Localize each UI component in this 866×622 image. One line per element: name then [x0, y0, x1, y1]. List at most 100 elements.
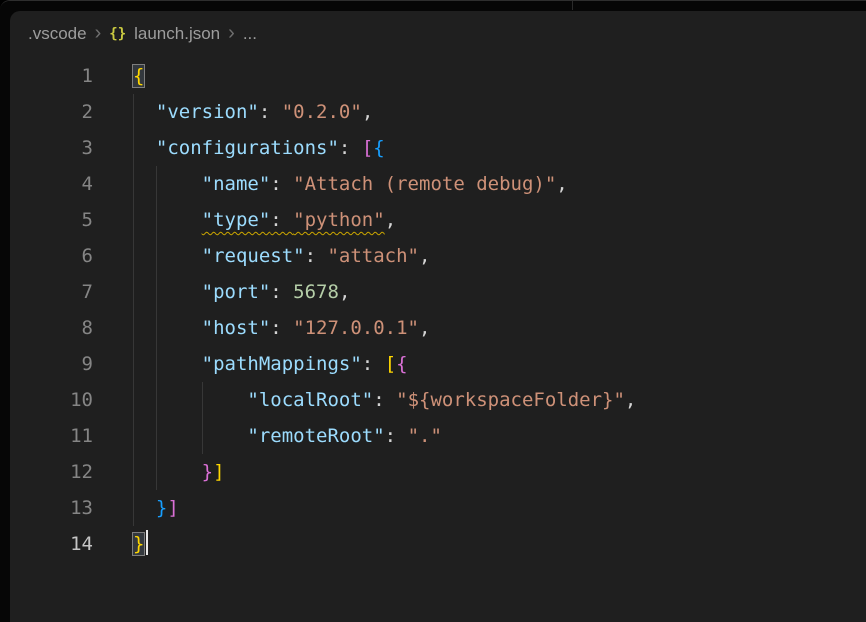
- breadcrumb-file[interactable]: launch.json: [134, 24, 220, 44]
- tab-separator: [572, 1, 573, 10]
- titlebar: [0, 1, 866, 11]
- code-area[interactable]: 1{2 "version": "0.2.0",3 "configurations…: [10, 58, 866, 562]
- code-token: "python": [293, 209, 385, 231]
- code-token: "0.2.0": [282, 101, 362, 123]
- code-token: "localRoot": [247, 389, 373, 411]
- code-line[interactable]: 8 "host": "127.0.0.1",: [10, 310, 866, 346]
- editor-panel: .vscode › {} launch.json › ... 1{2 "vers…: [10, 11, 866, 622]
- code-token: {: [396, 353, 407, 375]
- code-token: ,: [419, 317, 430, 339]
- line-content: "configurations": [{: [133, 130, 866, 166]
- code-token: ,: [385, 209, 396, 231]
- code-token: "configurations": [156, 137, 339, 159]
- breadcrumb-folder[interactable]: .vscode: [28, 24, 87, 44]
- code-token: :: [373, 389, 396, 411]
- line-number[interactable]: 5: [10, 202, 133, 238]
- code-token: :: [270, 173, 293, 195]
- code-line[interactable]: 9 "pathMappings": [{: [10, 346, 866, 382]
- code-token: [: [362, 137, 373, 159]
- line-content: "port": 5678,: [133, 274, 866, 310]
- code-token: [133, 137, 156, 159]
- code-token: "version": [156, 101, 259, 123]
- code-token: "pathMappings": [202, 353, 362, 375]
- code-token: [133, 245, 202, 267]
- code-token: }: [133, 533, 144, 555]
- code-token: [133, 317, 202, 339]
- line-content: "pathMappings": [{: [133, 346, 866, 382]
- line-number[interactable]: 10: [10, 382, 133, 418]
- code-token: "port": [202, 281, 271, 303]
- code-line[interactable]: 6 "request": "attach",: [10, 238, 866, 274]
- code-token: ,: [556, 173, 567, 195]
- code-token: {: [373, 137, 384, 159]
- code-token: [133, 425, 247, 447]
- code-token: [133, 281, 202, 303]
- code-token: ]: [167, 497, 178, 519]
- breadcrumb: .vscode › {} launch.json › ...: [10, 19, 866, 49]
- code-token: :: [270, 317, 293, 339]
- line-number[interactable]: 13: [10, 490, 133, 526]
- code-token: "remoteRoot": [247, 425, 384, 447]
- line-content: "host": "127.0.0.1",: [133, 310, 866, 346]
- code-line[interactable]: 3 "configurations": [{: [10, 130, 866, 166]
- line-number[interactable]: 8: [10, 310, 133, 346]
- code-token: :: [270, 209, 293, 231]
- line-content: }]: [133, 490, 866, 526]
- line-number[interactable]: 7: [10, 274, 133, 310]
- code-token: :: [305, 245, 328, 267]
- code-line[interactable]: 5 "type": "python",: [10, 202, 866, 238]
- line-content: "remoteRoot": ".": [133, 418, 866, 454]
- code-token: }: [202, 461, 213, 483]
- code-token: [133, 389, 247, 411]
- line-number[interactable]: 4: [10, 166, 133, 202]
- code-token: [133, 353, 202, 375]
- code-token: [133, 173, 202, 195]
- line-number[interactable]: 9: [10, 346, 133, 382]
- code-line[interactable]: 7 "port": 5678,: [10, 274, 866, 310]
- line-number[interactable]: 1: [10, 58, 133, 94]
- code-line[interactable]: 11 "remoteRoot": ".": [10, 418, 866, 454]
- code-line[interactable]: 14}: [10, 526, 866, 562]
- line-content: "localRoot": "${workspaceFolder}",: [133, 382, 866, 418]
- code-token: :: [259, 101, 282, 123]
- line-number[interactable]: 3: [10, 130, 133, 166]
- code-token: [133, 101, 156, 123]
- line-content: {: [133, 58, 866, 94]
- code-token: ,: [339, 281, 350, 303]
- breadcrumb-symbol[interactable]: ...: [243, 24, 257, 44]
- code-token: "${workspaceFolder}": [396, 389, 625, 411]
- code-line[interactable]: 1{: [10, 58, 866, 94]
- code-token: ,: [625, 389, 636, 411]
- code-token: "127.0.0.1": [293, 317, 419, 339]
- line-number[interactable]: 11: [10, 418, 133, 454]
- chevron-right-icon: ›: [228, 23, 235, 43]
- code-token: :: [339, 137, 362, 159]
- code-token: [: [385, 353, 396, 375]
- code-line[interactable]: 2 "version": "0.2.0",: [10, 94, 866, 130]
- code-token: "name": [202, 173, 271, 195]
- line-number[interactable]: 12: [10, 454, 133, 490]
- code-token: "request": [202, 245, 305, 267]
- code-token: "host": [202, 317, 271, 339]
- code-line[interactable]: 4 "name": "Attach (remote debug)",: [10, 166, 866, 202]
- code-token: ,: [362, 101, 373, 123]
- line-number[interactable]: 2: [10, 94, 133, 130]
- code-token: [133, 461, 202, 483]
- line-content: "type": "python",: [133, 202, 866, 238]
- code-line[interactable]: 12 }]: [10, 454, 866, 490]
- line-number[interactable]: 6: [10, 238, 133, 274]
- json-file-icon: {}: [109, 26, 126, 42]
- line-number[interactable]: 14: [10, 526, 133, 562]
- code-token: }: [156, 497, 167, 519]
- code-token: ,: [419, 245, 430, 267]
- code-token: ".": [408, 425, 442, 447]
- code-line[interactable]: 13 }]: [10, 490, 866, 526]
- chevron-right-icon: ›: [95, 23, 102, 43]
- code-token: :: [362, 353, 385, 375]
- code-token: "attach": [327, 245, 419, 267]
- line-content: }: [133, 526, 866, 562]
- vscode-window: .vscode › {} launch.json › ... 1{2 "vers…: [0, 0, 866, 622]
- code-token: "type": [202, 209, 271, 231]
- text-cursor: [146, 530, 148, 555]
- code-line[interactable]: 10 "localRoot": "${workspaceFolder}",: [10, 382, 866, 418]
